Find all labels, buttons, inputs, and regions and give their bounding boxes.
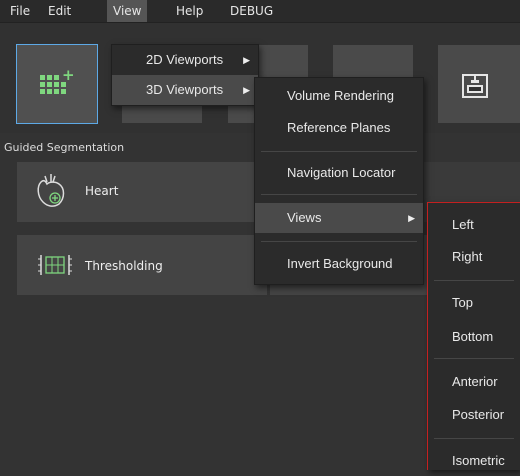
chevron-right-icon: ▶ (243, 85, 250, 95)
panel-item-heart[interactable]: Heart (17, 162, 267, 222)
menu-separator (434, 280, 514, 281)
printer-3d-icon (462, 74, 488, 98)
view-menu-2d-viewports[interactable]: 2D Viewports ▶ (112, 45, 258, 75)
menu-help[interactable]: Help (176, 0, 203, 22)
views-menu: Left Right Top Bottom Anterior Posterior… (427, 202, 520, 470)
panel-item-thresholding-label: Thresholding (85, 259, 163, 273)
menu-item-right[interactable]: Right (428, 242, 520, 272)
thresholding-icon (38, 255, 72, 275)
view-menu-2d-viewports-label: 2D Viewports (146, 52, 224, 67)
menu-item-views-label: Views (287, 210, 322, 225)
view-menu-3d-viewports[interactable]: 3D Viewports ▶ (112, 75, 258, 105)
menu-item-navigation-locator[interactable]: Navigation Locator (255, 158, 423, 188)
grid-add-icon: + (40, 68, 75, 96)
panel-item-heart-label: Heart (85, 184, 119, 198)
menu-item-top[interactable]: Top (428, 288, 520, 318)
heart-icon (37, 174, 65, 207)
menu-edit[interactable]: Edit (48, 0, 71, 22)
menu-separator (434, 358, 514, 359)
menu-item-invert-background[interactable]: Invert Background (255, 249, 423, 279)
menu-separator (261, 194, 417, 195)
menu-debug[interactable]: DEBUG (230, 0, 273, 22)
menu-item-views[interactable]: Views ▶ (255, 203, 423, 233)
chevron-right-icon: ▶ (243, 55, 250, 65)
chevron-right-icon: ▶ (408, 213, 415, 223)
view-menu: 2D Viewports ▶ 3D Viewports ▶ (111, 44, 259, 106)
toolbar-tile-printer[interactable] (438, 45, 520, 123)
menu-item-bottom[interactable]: Bottom (428, 322, 520, 352)
view-menu-3d-viewports-label: 3D Viewports (146, 82, 224, 97)
menu-separator (261, 151, 417, 152)
section-title: Guided Segmentation (4, 141, 125, 154)
menu-item-left[interactable]: Left (428, 210, 520, 240)
menu-item-volume-rendering[interactable]: Volume Rendering (255, 81, 423, 111)
menu-item-isometric[interactable]: Isometric (428, 446, 520, 476)
menu-item-posterior[interactable]: Posterior (428, 400, 520, 430)
menu-file[interactable]: File (10, 0, 30, 22)
toolbar-tile-grid[interactable]: + (16, 44, 98, 124)
menu-item-reference-planes[interactable]: Reference Planes (255, 113, 423, 143)
menu-view[interactable]: View (107, 0, 148, 22)
menu-separator (261, 241, 417, 242)
panel-item-thresholding[interactable]: Thresholding (17, 235, 267, 295)
menu-bar: File Edit View Help DEBUG (0, 0, 520, 23)
menu-item-anterior[interactable]: Anterior (428, 367, 520, 397)
menu-separator (434, 438, 514, 439)
viewports3d-menu: Volume Rendering Reference Planes Naviga… (254, 77, 424, 285)
